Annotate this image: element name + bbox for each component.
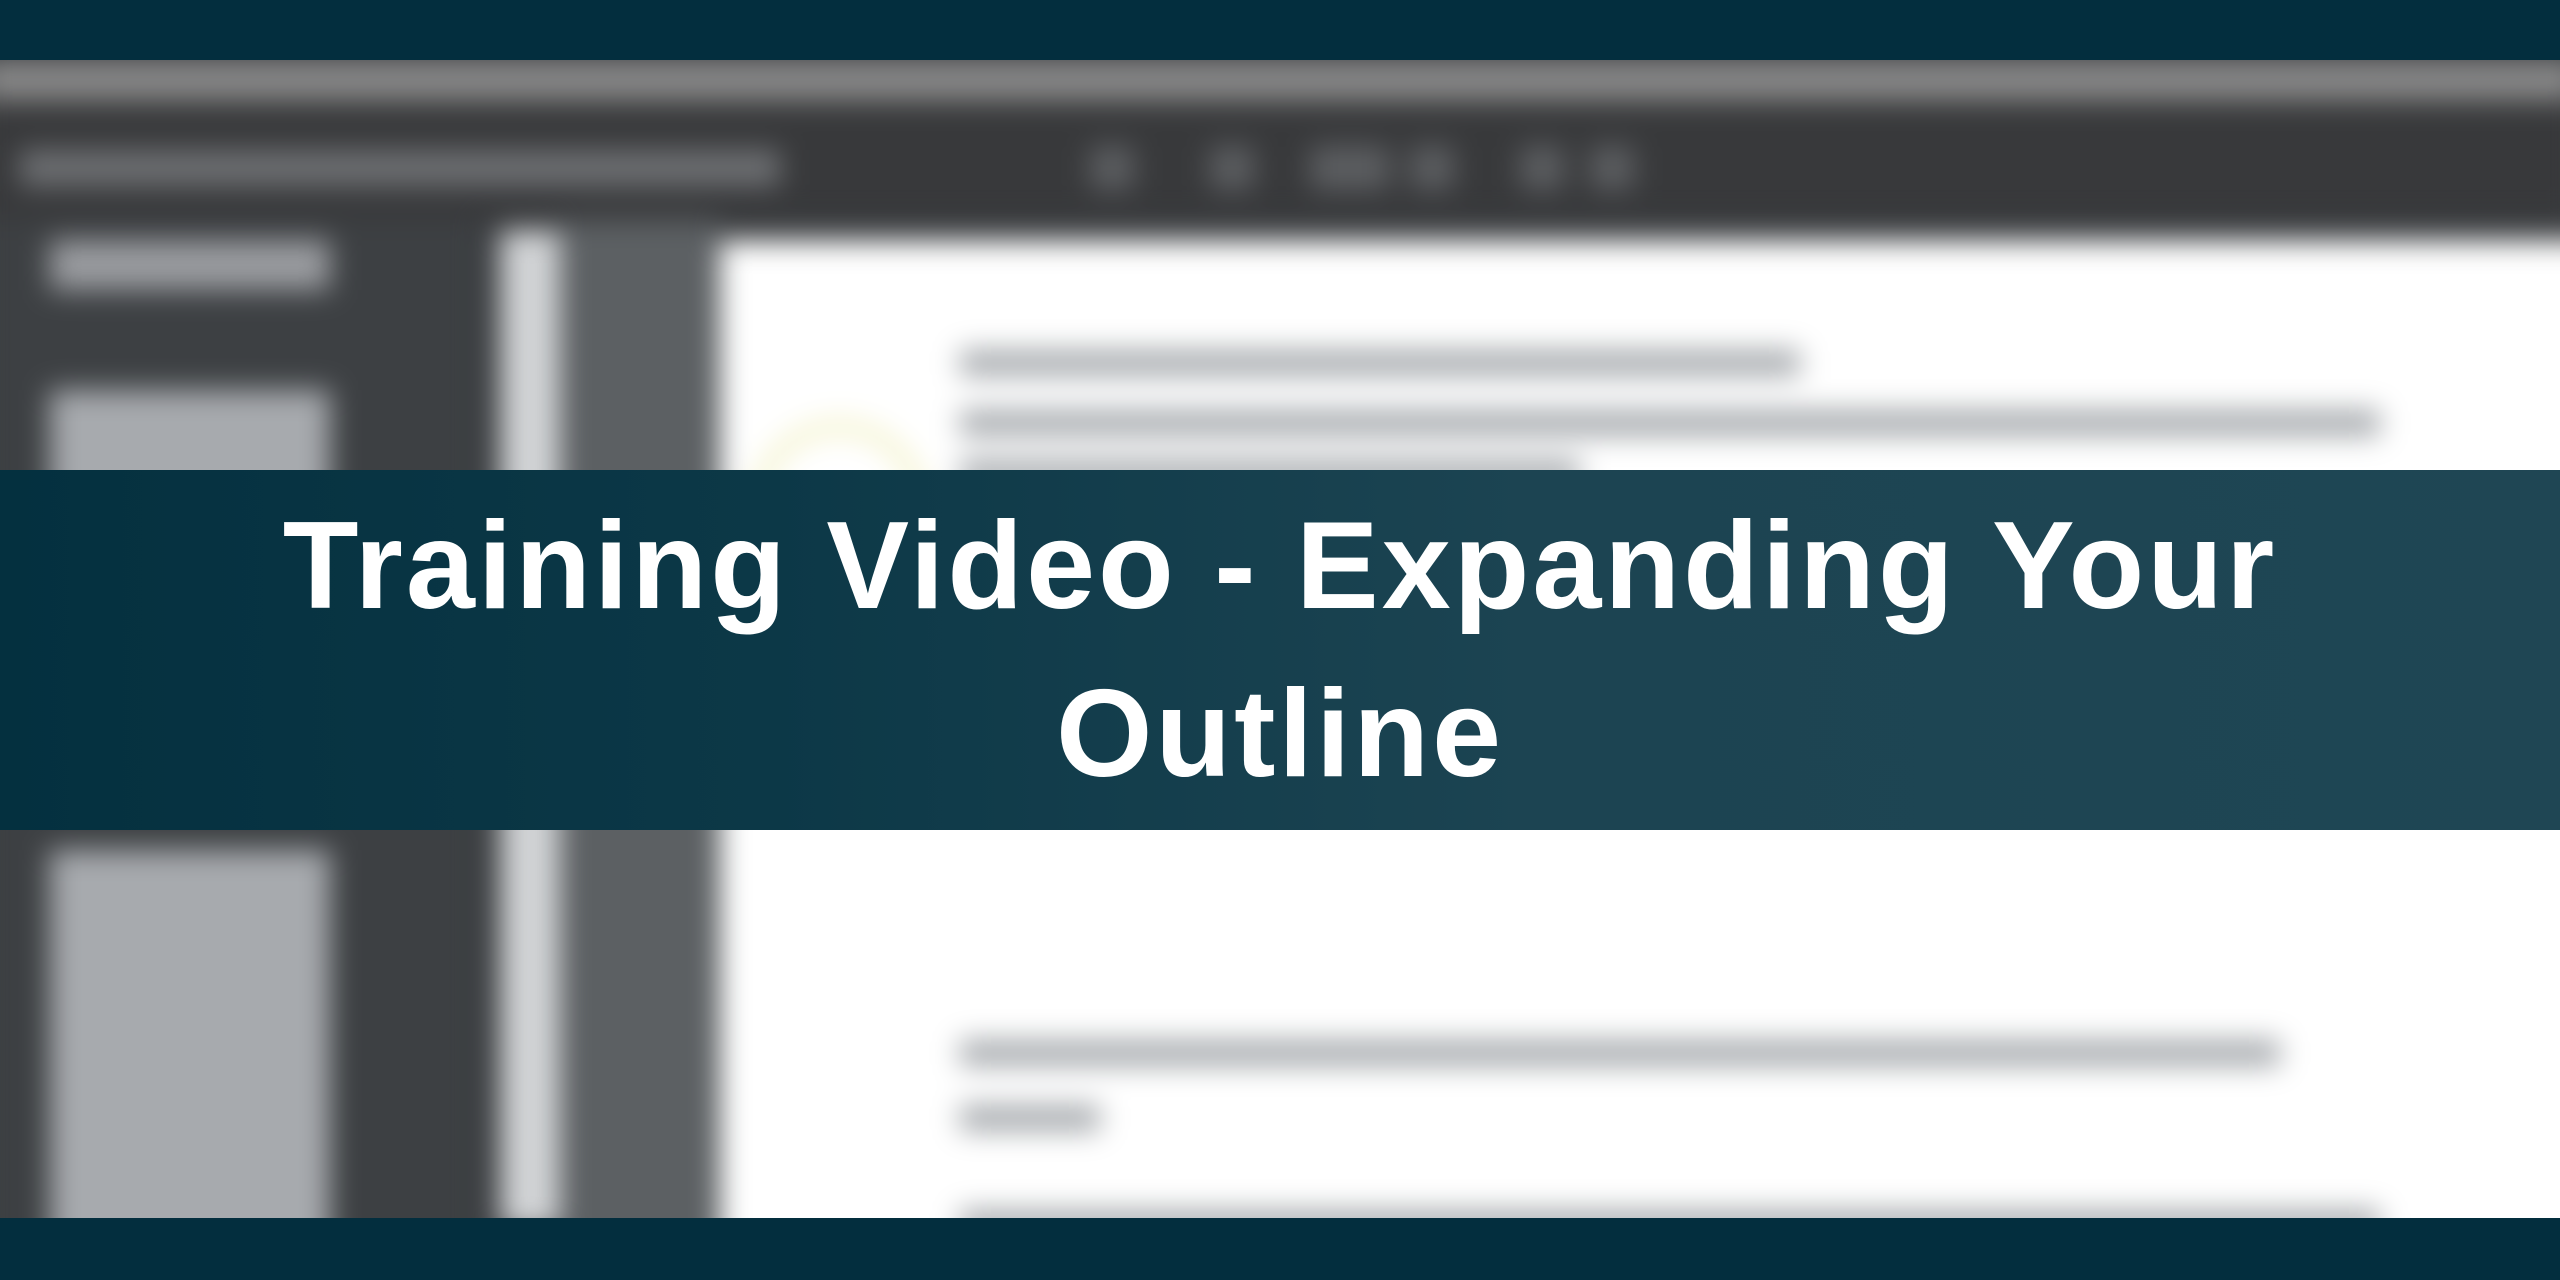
toolbar-icon xyxy=(1090,146,1134,190)
text-line xyxy=(960,350,1800,376)
toolbar-icon xyxy=(1210,146,1254,190)
toolbar-icon xyxy=(1590,146,1634,190)
toolbar-icon xyxy=(1520,146,1564,190)
top-frame-band xyxy=(0,0,2560,60)
toolbar-title-placeholder xyxy=(20,150,780,186)
sidebar-header xyxy=(50,240,330,290)
text-line xyxy=(960,1040,2280,1066)
text-line xyxy=(960,1210,2380,1218)
bottom-frame-band xyxy=(0,1218,2560,1280)
toolbar-icon xyxy=(1310,146,1390,190)
app-titlebar xyxy=(0,60,2560,100)
text-line xyxy=(960,1105,1100,1131)
text-line xyxy=(960,410,2380,436)
title-banner: Training Video - Expanding Your Outline xyxy=(0,470,2560,830)
toolbar-icon xyxy=(1410,146,1454,190)
app-toolbar xyxy=(0,100,2560,220)
video-title: Training Video - Expanding Your Outline xyxy=(282,497,2278,803)
page-thumbnail xyxy=(50,850,330,1218)
